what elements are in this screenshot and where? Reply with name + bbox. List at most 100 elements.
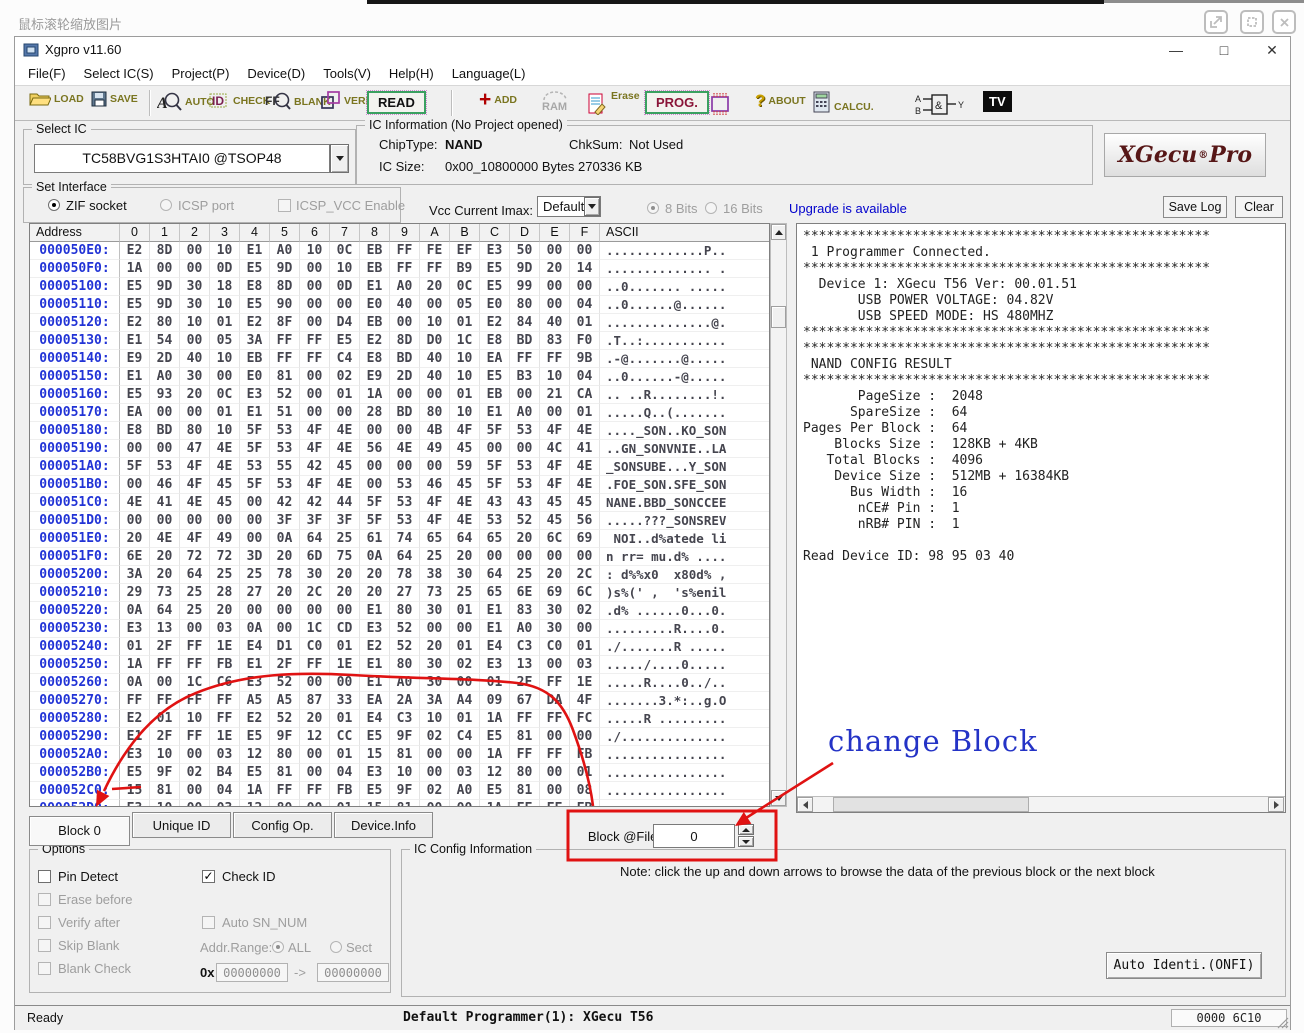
hex-byte[interactable]: E5	[240, 728, 270, 746]
hex-ascii[interactable]: ./.......R .....	[600, 638, 769, 656]
hex-ascii[interactable]: ..............@.	[600, 314, 769, 332]
hex-byte[interactable]: C4	[450, 728, 480, 746]
hex-byte[interactable]: 00	[540, 656, 570, 674]
hex-byte[interactable]: 81	[510, 728, 540, 746]
hex-byte[interactable]: 45	[540, 494, 570, 512]
hex-byte[interactable]: 00	[300, 602, 330, 620]
hex-byte[interactable]: 01	[450, 638, 480, 656]
hex-byte[interactable]: E5	[360, 782, 390, 800]
hex-byte[interactable]: 02	[450, 656, 480, 674]
hex-byte[interactable]: 00	[120, 440, 150, 458]
hex-byte[interactable]: E1	[120, 332, 150, 350]
hex-byte[interactable]: 2C	[300, 584, 330, 602]
close-button[interactable]: ✕	[1257, 39, 1287, 61]
hex-byte[interactable]: 28	[360, 404, 390, 422]
menu-item-selectics[interactable]: Select IC(S)	[75, 63, 163, 84]
hex-byte[interactable]: 00	[180, 404, 210, 422]
hex-byte[interactable]: 83	[540, 332, 570, 350]
hex-byte[interactable]: 1C	[450, 332, 480, 350]
hex-byte[interactable]: 00	[420, 296, 450, 314]
hex-byte[interactable]: 00	[570, 620, 600, 638]
hex-byte[interactable]: 00	[450, 674, 480, 692]
hex-byte[interactable]: 80	[390, 656, 420, 674]
hex-byte[interactable]: E3	[120, 620, 150, 638]
hex-byte[interactable]: 00	[150, 512, 180, 530]
hex-byte[interactable]: 29	[120, 584, 150, 602]
hex-byte[interactable]: 00	[180, 782, 210, 800]
hex-byte[interactable]: 5F	[480, 458, 510, 476]
erase-button[interactable]: Erase	[587, 91, 640, 115]
hex-byte[interactable]: 00	[540, 242, 570, 260]
hex-byte[interactable]: 25	[450, 584, 480, 602]
maximize-button[interactable]: □	[1209, 39, 1239, 61]
hex-byte[interactable]: 25	[180, 584, 210, 602]
hex-byte[interactable]: 00	[330, 674, 360, 692]
hex-byte[interactable]: 10	[450, 368, 480, 386]
hex-byte[interactable]: 30	[420, 674, 450, 692]
hex-byte[interactable]: FF	[540, 350, 570, 368]
hex-byte[interactable]: 9D	[150, 278, 180, 296]
hex-byte[interactable]: 30	[180, 296, 210, 314]
menu-item-helph[interactable]: Help(H)	[380, 63, 443, 84]
hex-byte[interactable]: 00	[300, 404, 330, 422]
hex-byte[interactable]: 10	[420, 710, 450, 728]
hex-byte[interactable]: 4F	[540, 422, 570, 440]
hex-byte[interactable]: 00	[420, 386, 450, 404]
save-button[interactable]: SAVE	[91, 91, 138, 107]
hex-byte[interactable]: 30	[420, 656, 450, 674]
hex-byte[interactable]: FF	[510, 710, 540, 728]
hex-byte[interactable]: 41	[570, 440, 600, 458]
hex-byte[interactable]: E5	[480, 260, 510, 278]
hex-byte[interactable]: E1	[360, 656, 390, 674]
hex-ascii[interactable]: ...._SON..KO_SON	[600, 422, 769, 440]
hex-byte[interactable]: 53	[270, 476, 300, 494]
hex-byte[interactable]: 75	[330, 548, 360, 566]
hex-byte[interactable]: B4	[210, 764, 240, 782]
hex-byte[interactable]: BD	[510, 332, 540, 350]
menu-item-projectp[interactable]: Project(P)	[163, 63, 239, 84]
hex-byte[interactable]: 81	[390, 800, 420, 807]
hex-byte[interactable]: A0	[150, 368, 180, 386]
hex-byte[interactable]: 00	[540, 404, 570, 422]
hex-byte[interactable]: EB	[360, 242, 390, 260]
hex-byte[interactable]: E2	[360, 638, 390, 656]
hex-byte[interactable]: 08	[570, 782, 600, 800]
hex-byte[interactable]: 04	[330, 764, 360, 782]
hex-byte[interactable]: 1C	[300, 620, 330, 638]
hex-ascii[interactable]: NOI..d%atede li	[600, 530, 769, 548]
hex-ascii[interactable]: ................	[600, 746, 769, 764]
hex-byte[interactable]: 45	[330, 458, 360, 476]
hex-byte[interactable]: 53	[390, 494, 420, 512]
hex-byte[interactable]: 12	[240, 800, 270, 807]
hex-byte[interactable]: 44	[330, 494, 360, 512]
hex-byte[interactable]: E9	[120, 350, 150, 368]
hex-byte[interactable]: 4E	[570, 422, 600, 440]
hex-byte[interactable]: FF	[180, 728, 210, 746]
hex-byte[interactable]: FF	[150, 656, 180, 674]
hex-byte[interactable]: 20	[210, 602, 240, 620]
hex-byte[interactable]: 53	[270, 422, 300, 440]
hex-ascii[interactable]: : d%%x0 x80d% ,	[600, 566, 769, 584]
hex-byte[interactable]: BD	[390, 350, 420, 368]
hex-ascii[interactable]: ..0......-@.....	[600, 368, 769, 386]
hex-byte[interactable]: DA	[540, 692, 570, 710]
hex-ascii[interactable]: .. ..R........!.	[600, 386, 769, 404]
hex-byte[interactable]: FF	[270, 332, 300, 350]
hex-byte[interactable]: 0A	[120, 602, 150, 620]
hex-byte[interactable]: CA	[570, 386, 600, 404]
hex-byte[interactable]: 53	[510, 476, 540, 494]
hex-byte[interactable]: 42	[300, 458, 330, 476]
hex-byte[interactable]: 00	[240, 512, 270, 530]
hex-byte[interactable]: 00	[300, 800, 330, 807]
hex-byte[interactable]: 03	[210, 800, 240, 807]
hex-byte[interactable]: 64	[390, 548, 420, 566]
hex-byte[interactable]: 00	[300, 746, 330, 764]
hex-byte[interactable]: E5	[330, 332, 360, 350]
chip-test-button[interactable]	[707, 91, 733, 117]
hex-byte[interactable]: FE	[420, 242, 450, 260]
hex-byte[interactable]: 4E	[330, 440, 360, 458]
hex-byte[interactable]: 59	[450, 458, 480, 476]
hex-byte[interactable]: E4	[480, 638, 510, 656]
hex-byte[interactable]: 40	[180, 350, 210, 368]
tab-block-0[interactable]: Block 0	[29, 816, 130, 846]
